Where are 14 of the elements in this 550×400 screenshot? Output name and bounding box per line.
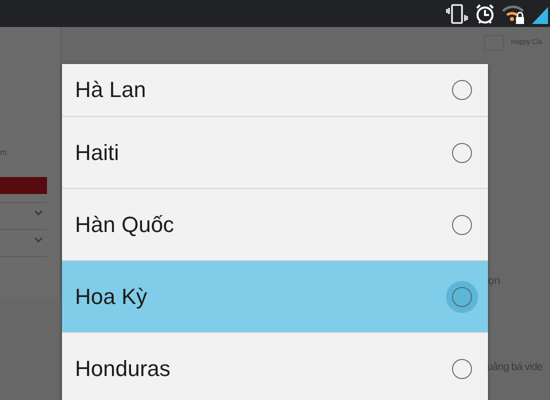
chevron-down-icon [34,210,43,216]
country-option[interactable]: Hoa Kỳ [62,261,488,333]
country-option[interactable]: Hà Lan [62,64,488,117]
country-option[interactable]: Haiti [62,117,488,189]
radio-button[interactable] [452,142,472,162]
chevron-down-icon [34,237,43,243]
wifi-lock-icon [502,2,526,24]
panel-bar [0,177,47,194]
radio-button[interactable] [452,358,472,378]
vibrate-icon [446,2,468,24]
country-option[interactable]: Honduras [62,333,488,400]
radio-button[interactable] [452,214,472,234]
radio-button[interactable] [452,80,472,100]
alarm-clock-icon [474,2,496,24]
